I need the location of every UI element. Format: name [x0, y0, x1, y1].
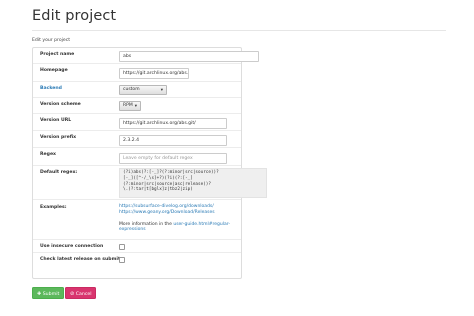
row-project-name: Project name abs — [33, 48, 259, 64]
default-regex-line: \.(?:tar|t[bglx]z|tbz2|zip) — [123, 187, 193, 193]
submit-button[interactable]: ✚ Submit — [32, 287, 64, 299]
examples-content: https://subsurface-divelog.org/downloads… — [119, 204, 269, 233]
backend-selected-value: custom — [123, 87, 140, 92]
more-info-prefix: More information in the — [119, 221, 174, 227]
cancel-icon: ⊘ — [70, 291, 75, 297]
homepage-input[interactable]: https://git.archlinux.org/abs. — [119, 68, 189, 79]
row-version-scheme: Version scheme RPM ▾ — [33, 98, 241, 114]
version-url-input[interactable]: https://git.archlinux.org/abs.git/ — [119, 118, 227, 129]
version-prefix-input[interactable]: 2.3.2.4 — [119, 135, 227, 146]
check-latest-checkbox[interactable] — [119, 257, 125, 263]
default-regex-label: Default regex: — [40, 170, 78, 175]
row-backend: Backend custom ▾ — [33, 82, 241, 98]
row-examples: Examples: https://subsurface-divelog.org… — [33, 200, 241, 240]
backend-select[interactable]: custom ▾ — [119, 85, 167, 95]
submit-label: Submit — [42, 292, 60, 297]
version-prefix-label: Version prefix — [40, 135, 77, 140]
chevron-down-icon: ▾ — [134, 104, 137, 109]
version-scheme-select[interactable]: RPM ▾ — [119, 101, 141, 111]
title-divider — [32, 30, 446, 31]
project-name-input[interactable]: abs — [119, 51, 259, 62]
example-link[interactable]: https://www.geany.org/Download/Releases — [119, 210, 269, 216]
edit-project-form: Project name abs Homepage https://git.ar… — [32, 47, 267, 279]
examples-label: Examples: — [40, 205, 67, 210]
insecure-checkbox[interactable] — [119, 244, 125, 250]
cancel-button[interactable]: ⊘ Cancel — [65, 287, 96, 299]
page-subtitle: Edit your project — [32, 38, 71, 43]
row-default-regex: Default regex: (?i)abs(?:[-_]?(?:minor|s… — [33, 166, 267, 200]
check-latest-label: Check latest release on submit — [40, 257, 121, 262]
row-regex: Regex Leave empty for default regex — [33, 148, 241, 166]
cancel-label: Cancel — [75, 292, 92, 297]
version-scheme-label: Version scheme — [40, 102, 81, 107]
default-regex-value: (?i)abs(?:[-_]?(?:minor|src|source))? [-_… — [119, 168, 267, 198]
insecure-label: Use insecure connection — [40, 244, 104, 249]
homepage-label: Homepage — [40, 68, 68, 73]
regex-input[interactable]: Leave empty for default regex — [119, 153, 227, 164]
row-homepage: Homepage https://git.archlinux.org/abs. — [33, 64, 241, 82]
regex-label: Regex — [40, 152, 57, 157]
project-name-label: Project name — [40, 52, 75, 57]
row-version-prefix: Version prefix 2.3.2.4 — [33, 131, 241, 148]
page-title: Edit project — [32, 8, 117, 24]
row-version-url: Version URL https://git.archlinux.org/ab… — [33, 114, 241, 131]
user-guide-link[interactable]: user-guide.html#regular- — [173, 222, 230, 227]
plus-icon: ✚ — [37, 291, 42, 297]
row-insecure: Use insecure connection — [33, 240, 241, 253]
version-url-label: Version URL — [40, 118, 72, 123]
chevron-down-icon: ▾ — [160, 88, 163, 93]
version-scheme-selected-value: RPM — [123, 103, 133, 108]
backend-label[interactable]: Backend — [40, 86, 62, 91]
user-guide-link-cont[interactable]: expressions — [119, 227, 269, 233]
row-check-latest: Check latest release on submit — [33, 253, 241, 267]
